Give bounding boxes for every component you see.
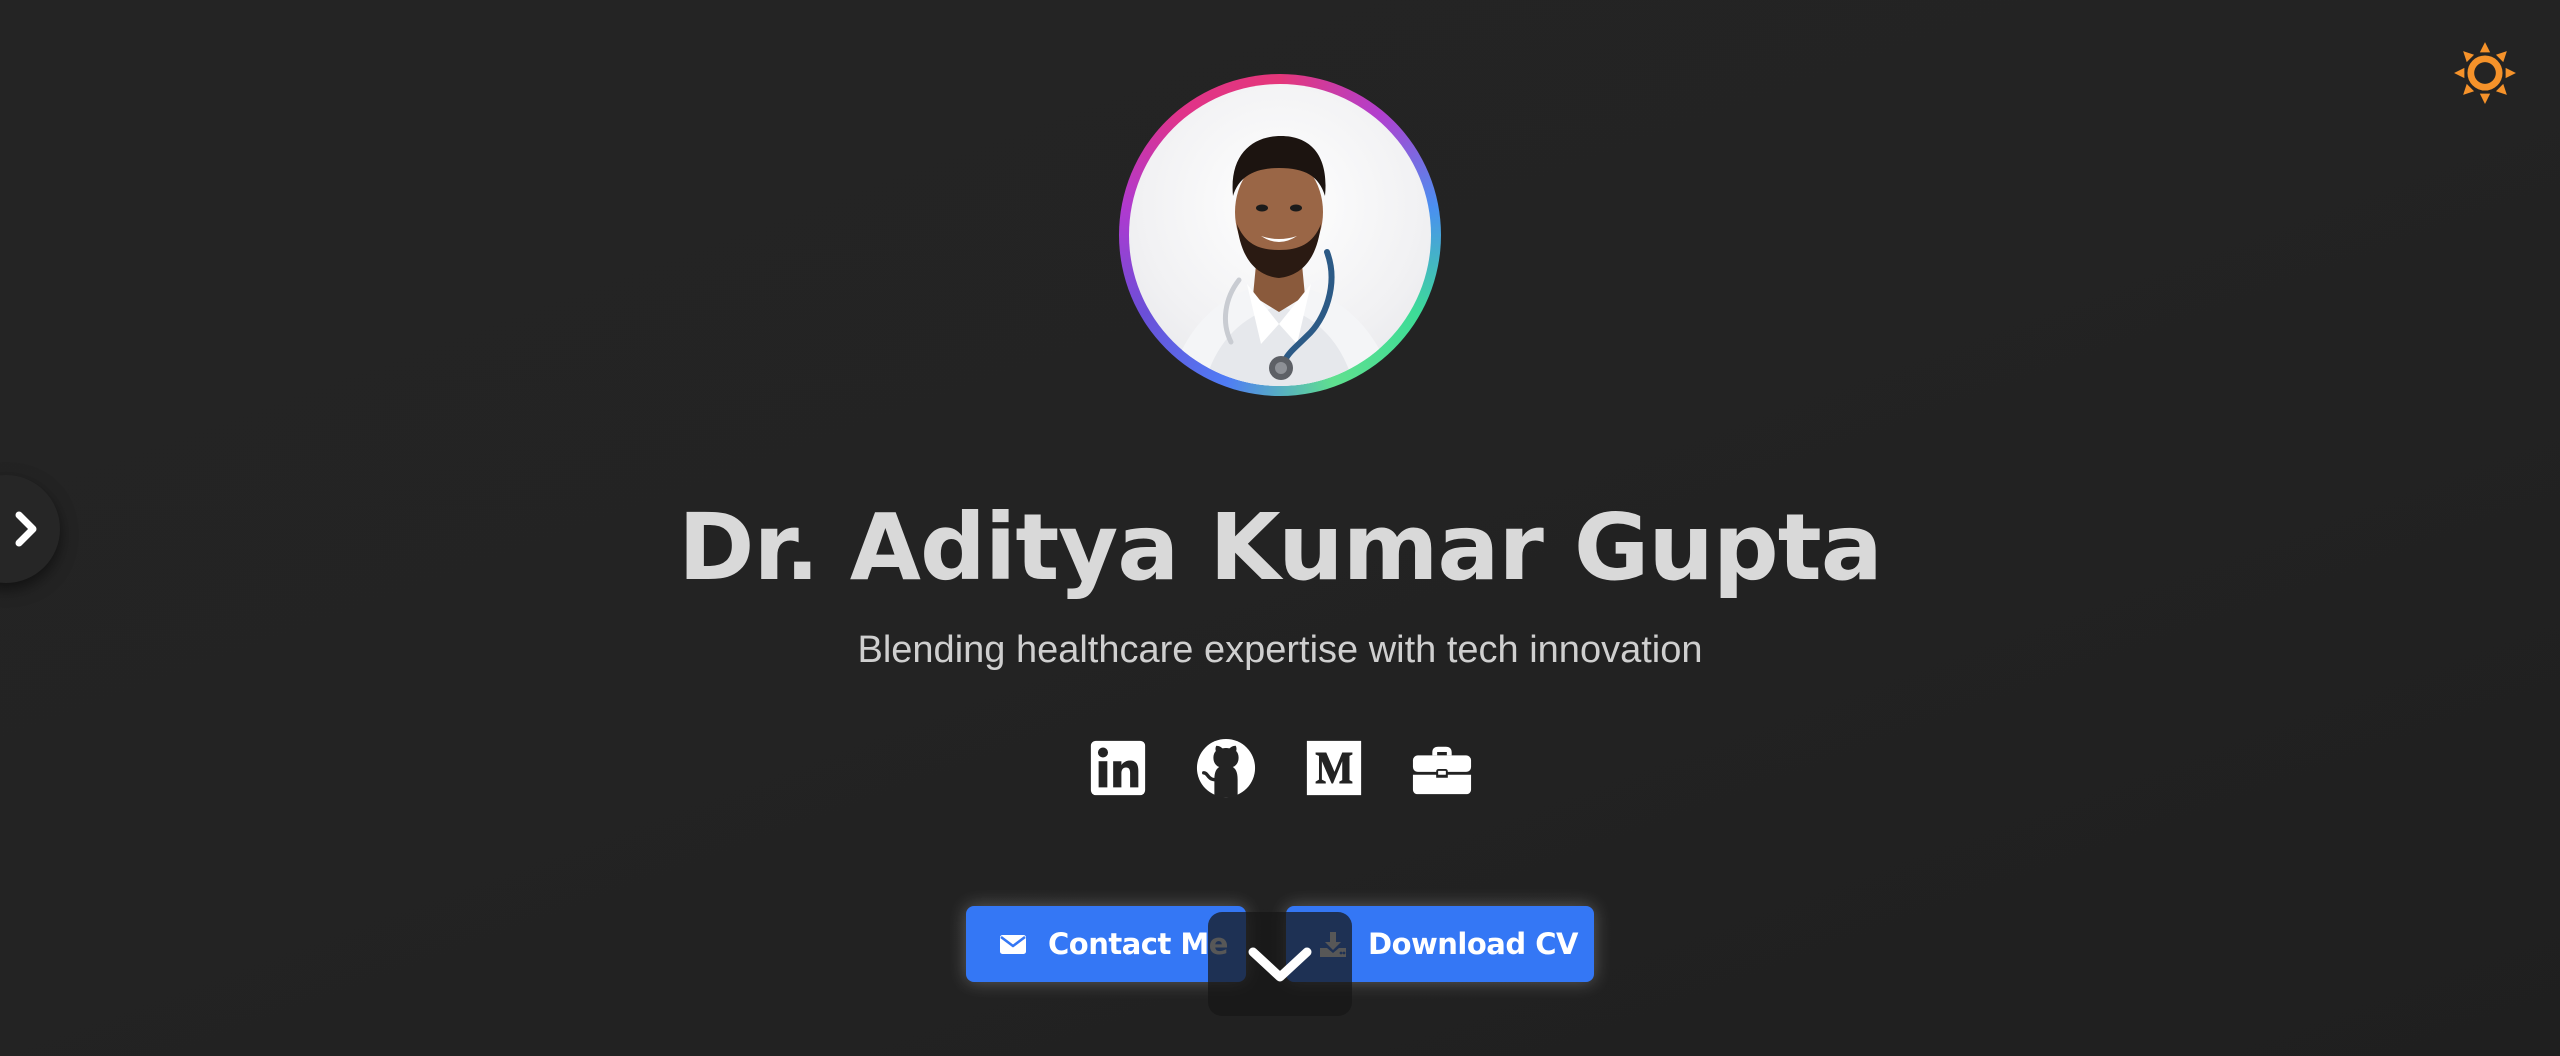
envelope-icon (998, 929, 1028, 959)
page-title: Dr. Aditya Kumar Gupta (678, 494, 1883, 601)
medium-link[interactable] (1302, 736, 1366, 800)
hero-section: Dr. Aditya Kumar Gupta Blending healthca… (0, 0, 2560, 1056)
profile-photo (1129, 84, 1431, 386)
linkedin-link[interactable] (1086, 736, 1150, 800)
github-link[interactable] (1194, 736, 1258, 800)
tagline: Blending healthcare expertise with tech … (857, 629, 1703, 671)
github-icon (1196, 738, 1256, 798)
scroll-down-button[interactable] (1208, 912, 1352, 1016)
avatar (1119, 74, 1441, 396)
theme-toggle-button[interactable] (2450, 38, 2520, 108)
chevron-down-icon (1248, 947, 1312, 982)
portfolio-link[interactable] (1410, 736, 1474, 800)
sun-icon (2454, 42, 2516, 104)
medium-icon (1306, 740, 1362, 796)
contact-me-button[interactable]: Contact Me (966, 906, 1246, 982)
social-links (0, 736, 2560, 800)
briefcase-icon (1412, 746, 1472, 795)
contact-me-label: Contact Me (1048, 927, 1228, 961)
linkedin-icon (1090, 740, 1146, 796)
download-cv-label: Download CV (1368, 927, 1578, 961)
